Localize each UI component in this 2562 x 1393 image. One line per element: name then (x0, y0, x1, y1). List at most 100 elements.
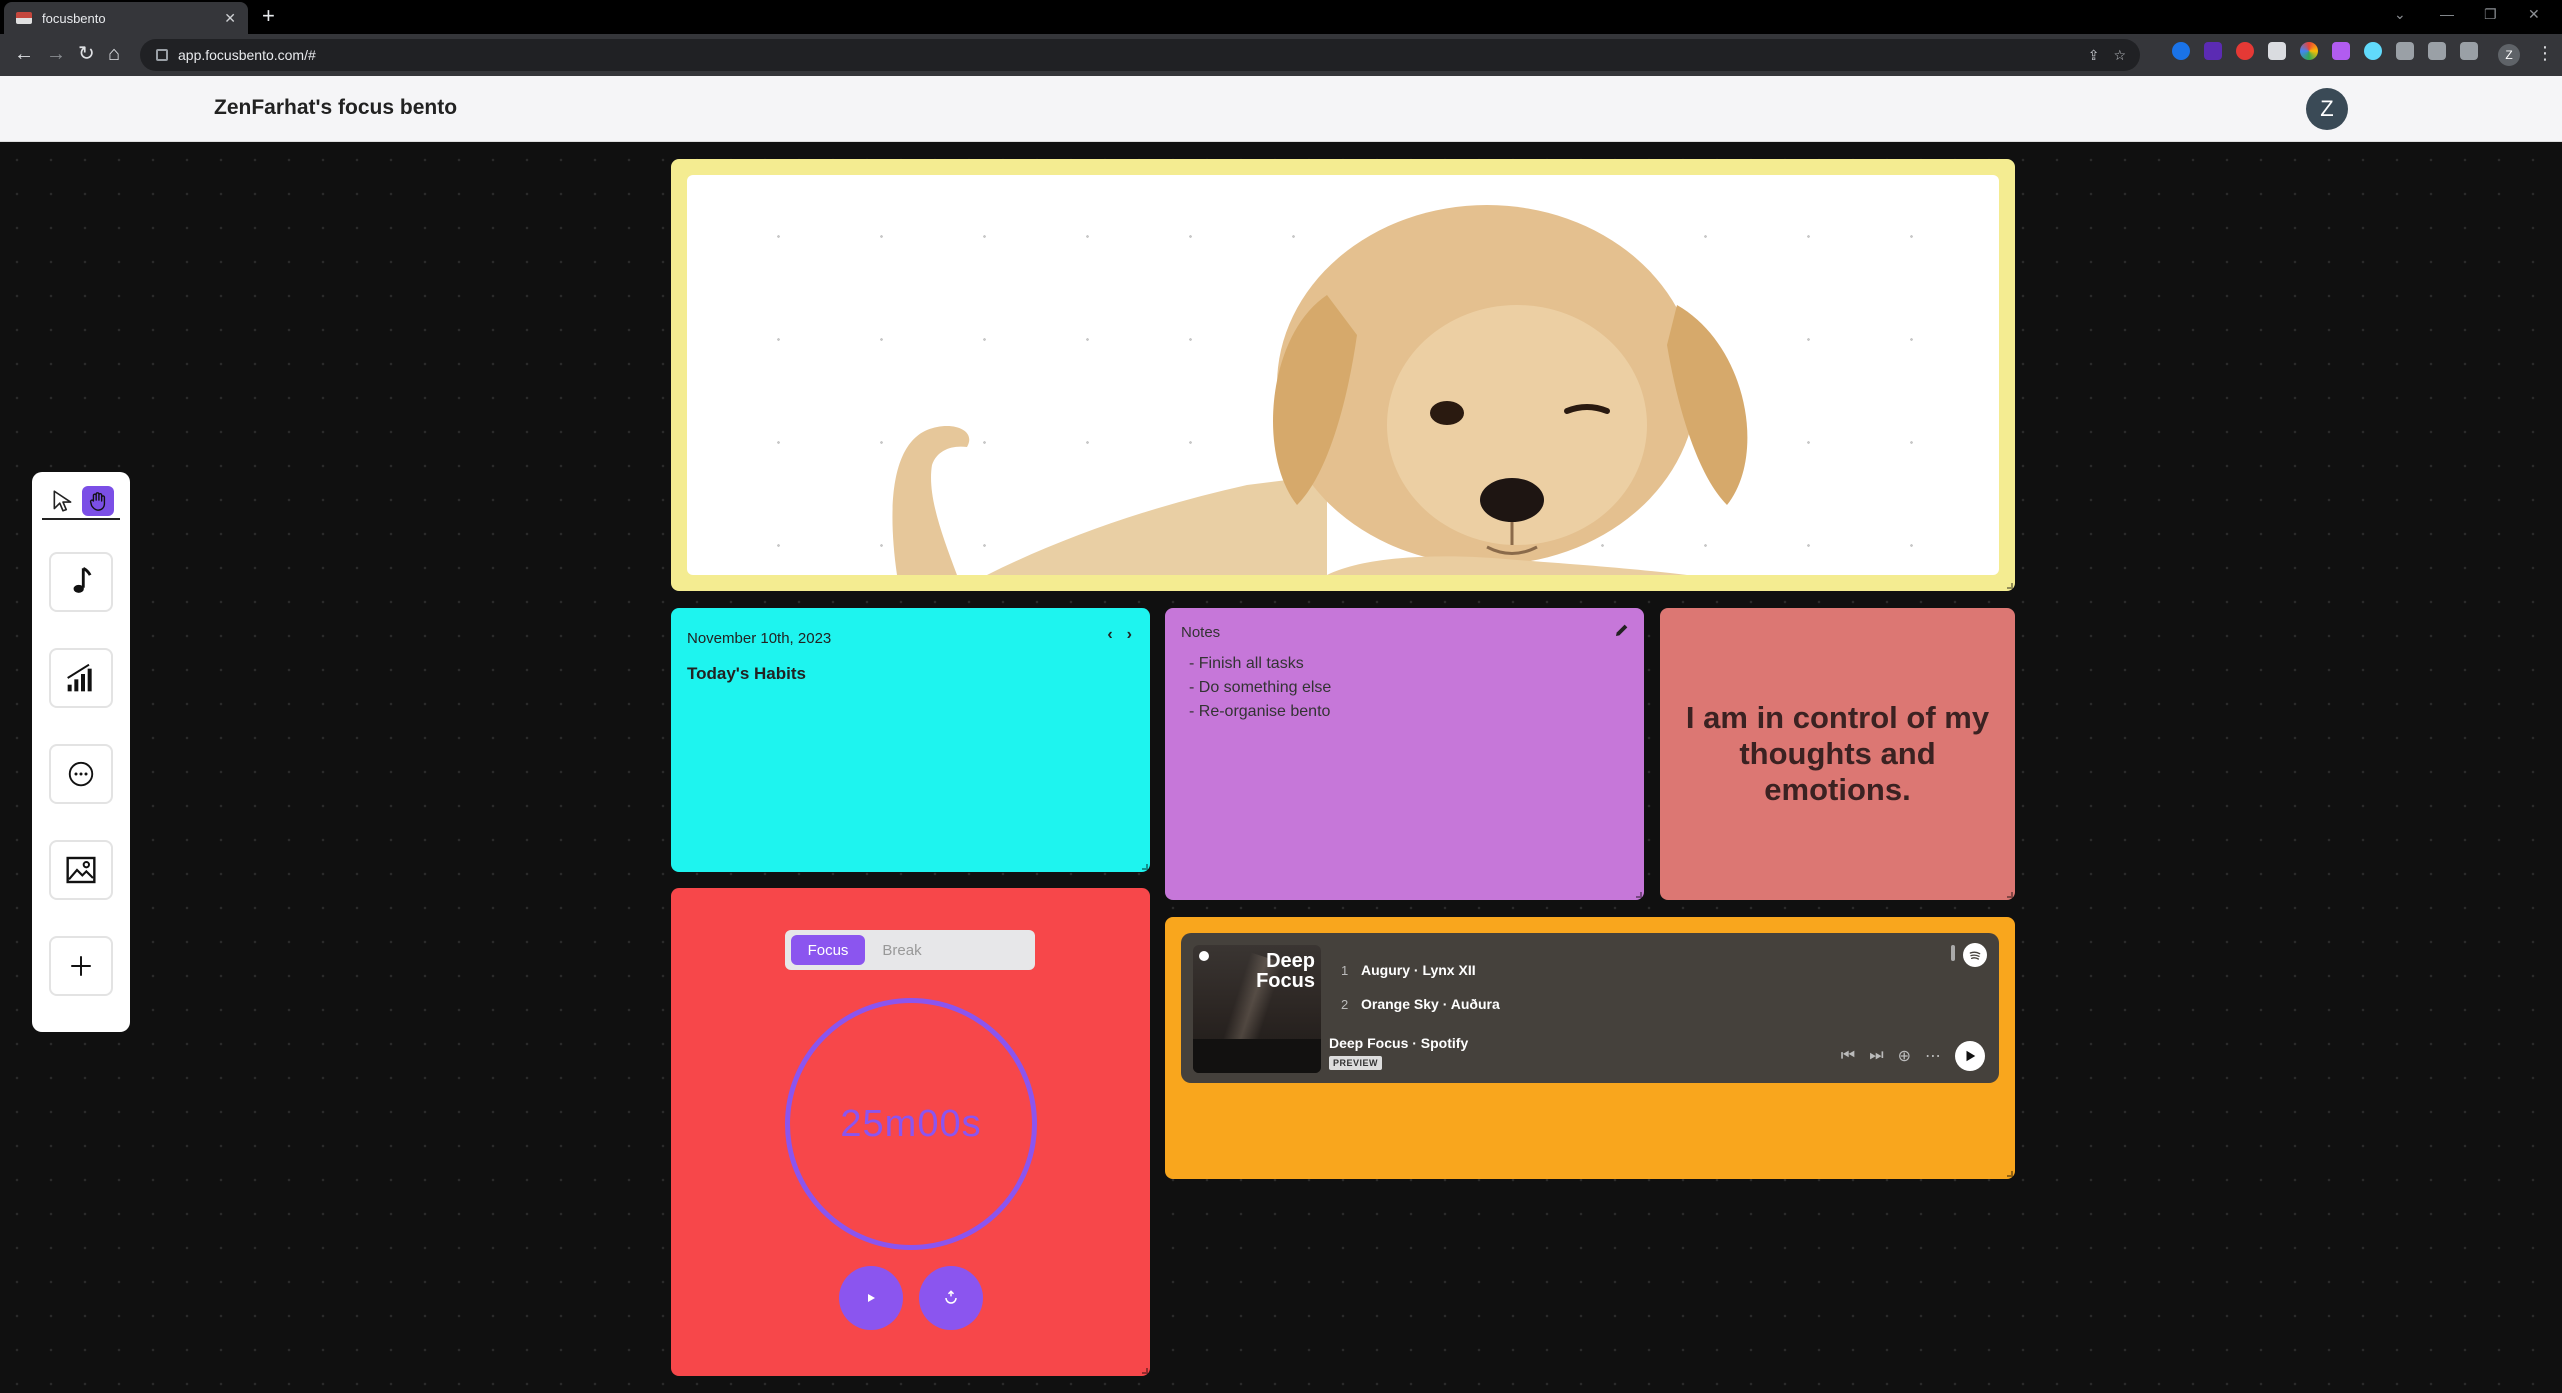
browser-tab-bar: focusbento ✕ + ⌄ — ❐ ✕ (0, 0, 2562, 34)
reset-timer-button[interactable] (919, 1266, 983, 1330)
widget-toolbar (32, 472, 130, 1032)
resize-handle[interactable] (1636, 892, 1642, 898)
resize-handle[interactable] (2007, 583, 2013, 589)
track-list: 1 Augury · Lynx XII 2 Orange Sky · Auður… (1341, 953, 1500, 1021)
quote-text: I am in control of my thoughts and emoti… (1685, 700, 1990, 807)
focus-mode-button[interactable]: Focus (791, 935, 865, 965)
resize-handle[interactable] (1142, 1368, 1148, 1374)
extension-icon[interactable] (2172, 42, 2190, 60)
next-track-icon[interactable]: ⏭ (1869, 1047, 1883, 1065)
chart-icon (67, 663, 92, 692)
timer-display: 25m00s (840, 1102, 982, 1145)
reset-icon (945, 1290, 957, 1304)
play-button[interactable] (1955, 1041, 1985, 1071)
resize-handle[interactable] (2007, 892, 2013, 898)
pointer-icon[interactable] (48, 486, 78, 516)
reload-icon[interactable]: ↻ (78, 42, 95, 66)
add-image-button[interactable] (49, 840, 113, 900)
more-options-icon[interactable]: ⋯ (1925, 1046, 1941, 1066)
break-mode-button[interactable]: Break (865, 935, 939, 965)
favicon-icon (16, 12, 32, 24)
tool-switcher (42, 484, 120, 520)
bookmark-star-icon[interactable]: ☆ (2113, 47, 2126, 64)
list-item: - Finish all tasks (1189, 655, 1304, 672)
side-panel-icon[interactable] (2460, 42, 2478, 60)
hand-icon[interactable] (82, 486, 114, 516)
extension-icon[interactable] (2204, 42, 2222, 60)
browser-tab[interactable]: focusbento ✕ (4, 2, 248, 34)
window-close-icon[interactable]: ✕ (2528, 6, 2540, 23)
app-header: ZenFarhat's focus bento Z (0, 76, 2562, 142)
new-tab-button[interactable]: + (262, 5, 275, 27)
cover-title: Deep Focus (1256, 950, 1315, 992)
music-note-icon (73, 567, 92, 593)
restore-icon[interactable]: ❐ (2484, 6, 2497, 23)
habit-date-nav: ‹ › (1107, 626, 1132, 644)
playlist-name[interactable]: Deep Focus · Spotify (1329, 1035, 1468, 1051)
image-icon (66, 856, 96, 884)
browser-menu-icon[interactable]: ⋮ (2536, 43, 2554, 64)
list-item[interactable]: 2 Orange Sky · Auðura (1341, 987, 1500, 1021)
chevron-right-icon[interactable]: › (1127, 626, 1132, 644)
lock-icon (156, 49, 168, 61)
preview-badge: PREVIEW (1329, 1056, 1383, 1070)
chevron-left-icon[interactable]: ‹ (1107, 626, 1112, 644)
add-circle-icon[interactable]: ⊕ (1898, 1046, 1911, 1066)
minimize-icon[interactable]: — (2440, 6, 2454, 22)
extension-icon[interactable] (2332, 42, 2350, 60)
puzzle-icon[interactable] (2396, 42, 2414, 60)
pencil-icon[interactable] (1614, 622, 1630, 643)
extension-icon[interactable] (2268, 42, 2286, 60)
list-item: - Re-organise bento (1189, 703, 1331, 720)
add-widget-button[interactable] (49, 936, 113, 996)
image-widget[interactable] (671, 159, 2015, 591)
plus-icon (71, 956, 91, 976)
home-icon[interactable]: ⌂ (108, 42, 120, 66)
timer-ring: 25m00s (785, 998, 1037, 1250)
back-icon[interactable]: ← (14, 42, 34, 66)
tab-close-icon[interactable]: ✕ (224, 10, 236, 27)
add-music-button[interactable] (49, 552, 113, 612)
quote-widget[interactable]: I am in control of my thoughts and emoti… (1660, 608, 2015, 900)
notes-list[interactable]: - Finish all tasks - Do something else -… (1189, 652, 1331, 724)
spotify-small-icon (1199, 951, 1209, 961)
forward-icon[interactable]: → (46, 42, 66, 66)
player-controls: ⏮ ⏭ ⊕ ⋯ (1841, 1041, 1985, 1071)
scrollbar[interactable] (1951, 945, 1955, 961)
playlist-cover[interactable]: Deep Focus (1193, 945, 1321, 1073)
pomodoro-widget[interactable]: Focus Break 25m00s (671, 888, 1150, 1376)
habits-widget[interactable]: November 10th, 2023 ‹ › Today's Habits (671, 608, 1150, 872)
music-widget[interactable]: Deep Focus 1 Augury · Lynx XII 2 Orange … (1165, 917, 2015, 1179)
resize-handle[interactable] (1142, 864, 1148, 870)
extension-icon[interactable] (2300, 42, 2318, 60)
habit-date: November 10th, 2023 (687, 630, 832, 647)
address-bar[interactable]: app.focusbento.com/# ⇪ ☆ (140, 39, 2140, 71)
notes-label: Notes (1181, 624, 1221, 641)
add-stats-button[interactable] (49, 648, 113, 708)
react-icon[interactable] (2364, 42, 2382, 60)
tab-title: focusbento (42, 10, 106, 26)
play-icon (868, 1294, 875, 1302)
spotify-icon[interactable] (1963, 943, 1987, 967)
resize-handle[interactable] (2007, 1171, 2013, 1177)
share-icon[interactable]: ⇪ (2088, 47, 2100, 64)
list-item[interactable]: 1 Augury · Lynx XII (1341, 953, 1500, 987)
puppy-image (687, 175, 1999, 575)
extension-icon[interactable] (2236, 42, 2254, 60)
avatar[interactable]: Z (2306, 88, 2348, 130)
previous-track-icon[interactable]: ⏮ (1841, 1047, 1855, 1065)
notes-widget[interactable]: Notes - Finish all tasks - Do something … (1165, 608, 1644, 900)
timer-mode-toggle: Focus Break (785, 930, 1035, 970)
list-item: - Do something else (1189, 679, 1332, 696)
habits-title: Today's Habits (687, 664, 806, 683)
start-timer-button[interactable] (839, 1266, 903, 1330)
chat-icon (68, 761, 94, 787)
tab-search-icon[interactable]: ⌄ (2394, 6, 2406, 23)
url-text: app.focusbento.com/# (178, 47, 316, 63)
play-icon (1966, 1050, 1976, 1062)
page-title: ZenFarhat's focus bento (214, 96, 458, 119)
add-quote-button[interactable] (49, 744, 113, 804)
browser-profile-icon[interactable]: Z (2498, 44, 2520, 66)
spotify-embed: Deep Focus 1 Augury · Lynx XII 2 Orange … (1181, 933, 1999, 1083)
download-icon[interactable] (2428, 42, 2446, 60)
